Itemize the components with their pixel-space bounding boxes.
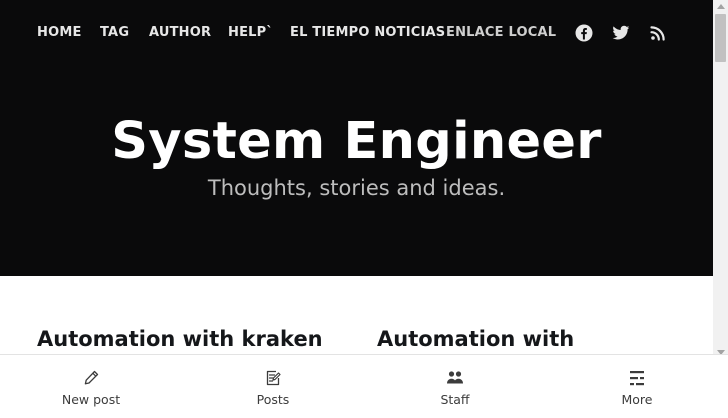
main-nav: HOME TAG AUTHOR HELP` EL TIEMPO NOTICIAS… [0, 0, 713, 64]
site-description: Thoughts, stories and ideas. [207, 176, 506, 200]
edit-document-icon [264, 369, 282, 387]
site-header: HOME TAG AUTHOR HELP` EL TIEMPO NOTICIAS… [0, 0, 713, 276]
new-post-label: New post [61, 392, 121, 407]
more-button[interactable]: More [546, 355, 728, 418]
staff-icon [446, 369, 464, 387]
nav-item-el-tiempo-noticias[interactable]: EL TIEMPO NOTICIAS [290, 25, 445, 40]
post-title-1[interactable]: Automation with kraken [37, 324, 323, 354]
more-icon [628, 369, 646, 387]
nav-item-help[interactable]: HELP` [228, 25, 273, 40]
nav-item-home[interactable]: HOME [37, 25, 82, 40]
scroll-up-arrow-icon[interactable] [717, 4, 725, 9]
twitter-icon[interactable] [612, 24, 630, 42]
more-label: More [621, 392, 653, 407]
scroll-thumb[interactable] [715, 14, 726, 62]
nav-item-enlace-local[interactable]: ENLACE LOCAL [446, 25, 556, 40]
site-title: System Engineer [111, 112, 602, 171]
staff-button[interactable]: Staff [364, 355, 546, 418]
posts-button[interactable]: Posts [182, 355, 364, 418]
nav-item-tag[interactable]: TAG [100, 25, 129, 40]
pencil-icon [82, 369, 100, 387]
staff-label: Staff [440, 392, 470, 407]
post-title-2[interactable]: Automation with [377, 324, 574, 354]
facebook-icon[interactable] [575, 24, 593, 42]
bottom-toolbar: New post Posts Staff More [0, 354, 728, 418]
nav-item-author[interactable]: AUTHOR [149, 25, 211, 40]
new-post-button[interactable]: New post [0, 355, 182, 418]
rss-icon[interactable] [649, 24, 667, 42]
posts-label: Posts [256, 392, 290, 407]
